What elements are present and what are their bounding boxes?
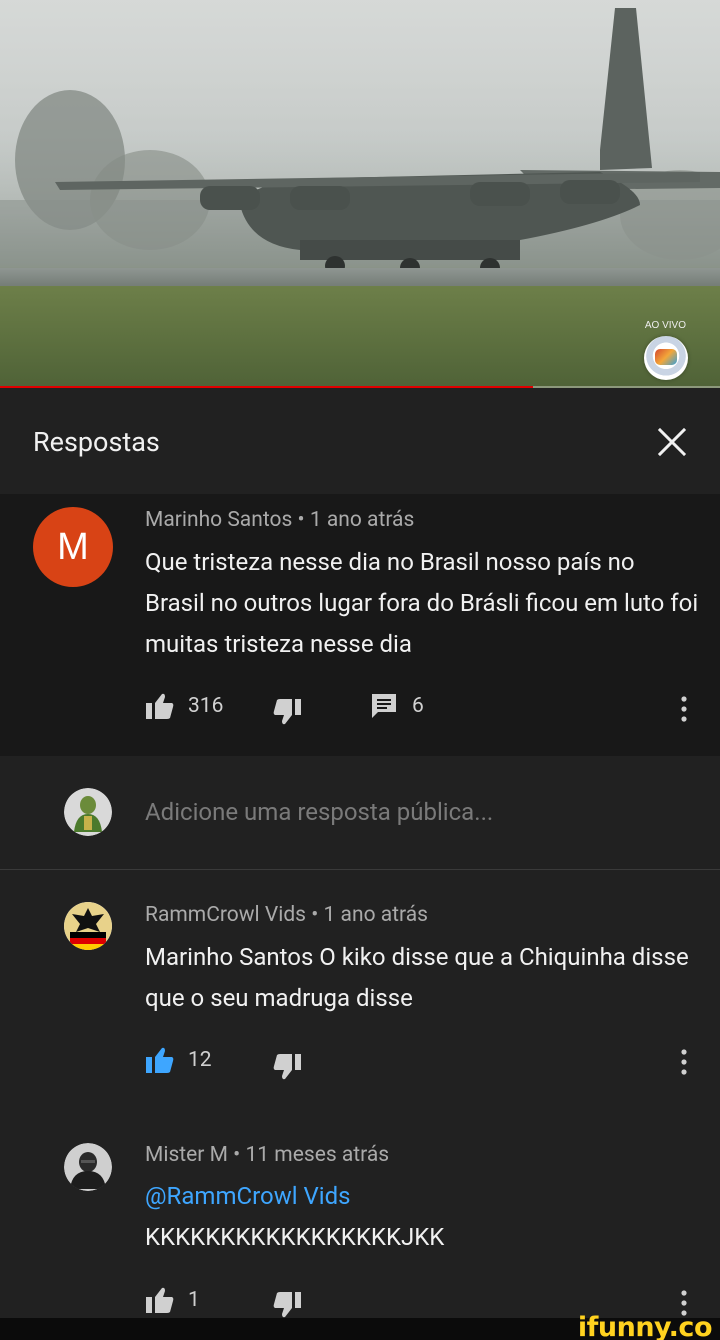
- separator-dot: •: [233, 1143, 241, 1167]
- thumbs-down-icon: [273, 1292, 301, 1318]
- thumbs-down-icon: [273, 1054, 301, 1080]
- avatar: [64, 788, 112, 836]
- dislike-button[interactable]: [272, 1291, 302, 1319]
- replies-button[interactable]: 6: [370, 692, 424, 720]
- tv-globo-logo-icon: [644, 336, 688, 380]
- thumbs-up-icon: [146, 693, 174, 719]
- grass: [0, 286, 720, 388]
- comment-text: Marinho Santos O kiko disse que a Chiqui…: [145, 943, 689, 1012]
- avatar[interactable]: M: [33, 507, 113, 587]
- separator-dot: •: [297, 508, 305, 532]
- separator-dot: •: [311, 903, 319, 927]
- thumbs-down-icon: [273, 699, 301, 725]
- eagle-crest-icon: [64, 902, 112, 950]
- reply-count: 6: [412, 694, 424, 718]
- more-vert-icon[interactable]: [678, 694, 690, 724]
- like-count: 12: [188, 1048, 212, 1072]
- progress-bar[interactable]: [0, 386, 533, 388]
- user-avatar-icon: [64, 788, 112, 836]
- mention-link[interactable]: @RammCrowl Vids: [145, 1176, 700, 1217]
- author-name[interactable]: Mister M: [145, 1143, 228, 1167]
- reply-input[interactable]: Adicione uma resposta pública...: [145, 798, 493, 826]
- comment-time: 1 ano atrás: [309, 508, 415, 532]
- aircraft-image: [0, 8, 720, 278]
- like-button[interactable]: 1: [145, 1286, 200, 1314]
- video-player[interactable]: AO VIVO: [0, 0, 720, 388]
- like-count: 316: [188, 694, 224, 718]
- dislike-button[interactable]: [272, 698, 302, 726]
- masked-man-avatar-icon: [64, 1143, 112, 1191]
- comment-text: @RammCrowl Vids KKKKKKKKKKKKKKKKKJKK: [145, 1176, 700, 1258]
- comment-body: KKKKKKKKKKKKKKKKKJKK: [145, 1223, 445, 1251]
- thumbs-up-icon: [146, 1287, 174, 1313]
- runway: [0, 268, 720, 286]
- comment-text: Que tristeza nesse dia no Brasil nosso p…: [145, 548, 699, 658]
- dislike-button[interactable]: [272, 1053, 302, 1081]
- page-title: Respostas: [33, 426, 160, 458]
- author-name[interactable]: RammCrowl Vids: [145, 903, 306, 927]
- comment-meta: Mister M • 11 meses atrás: [145, 1143, 389, 1167]
- comment-icon: [372, 694, 396, 718]
- avatar[interactable]: [64, 1143, 112, 1191]
- close-icon[interactable]: [652, 422, 692, 462]
- comment-meta: RammCrowl Vids • 1 ano atrás: [145, 903, 428, 927]
- author-name[interactable]: Marinho Santos: [145, 508, 292, 532]
- more-vert-icon[interactable]: [678, 1047, 690, 1077]
- avatar[interactable]: [64, 902, 112, 950]
- like-button[interactable]: 12: [145, 1046, 212, 1074]
- comment-meta: Marinho Santos • 1 ano atrás: [145, 508, 414, 532]
- like-count: 1: [188, 1288, 200, 1312]
- comment-time: 1 ano atrás: [323, 903, 429, 927]
- watermark-logo: ifunny.co: [577, 1312, 713, 1340]
- comment-time: 11 meses atrás: [245, 1143, 390, 1167]
- like-button[interactable]: 316: [145, 692, 223, 720]
- live-label: AO VIVO: [644, 320, 686, 331]
- thumbs-up-icon: [146, 1047, 174, 1073]
